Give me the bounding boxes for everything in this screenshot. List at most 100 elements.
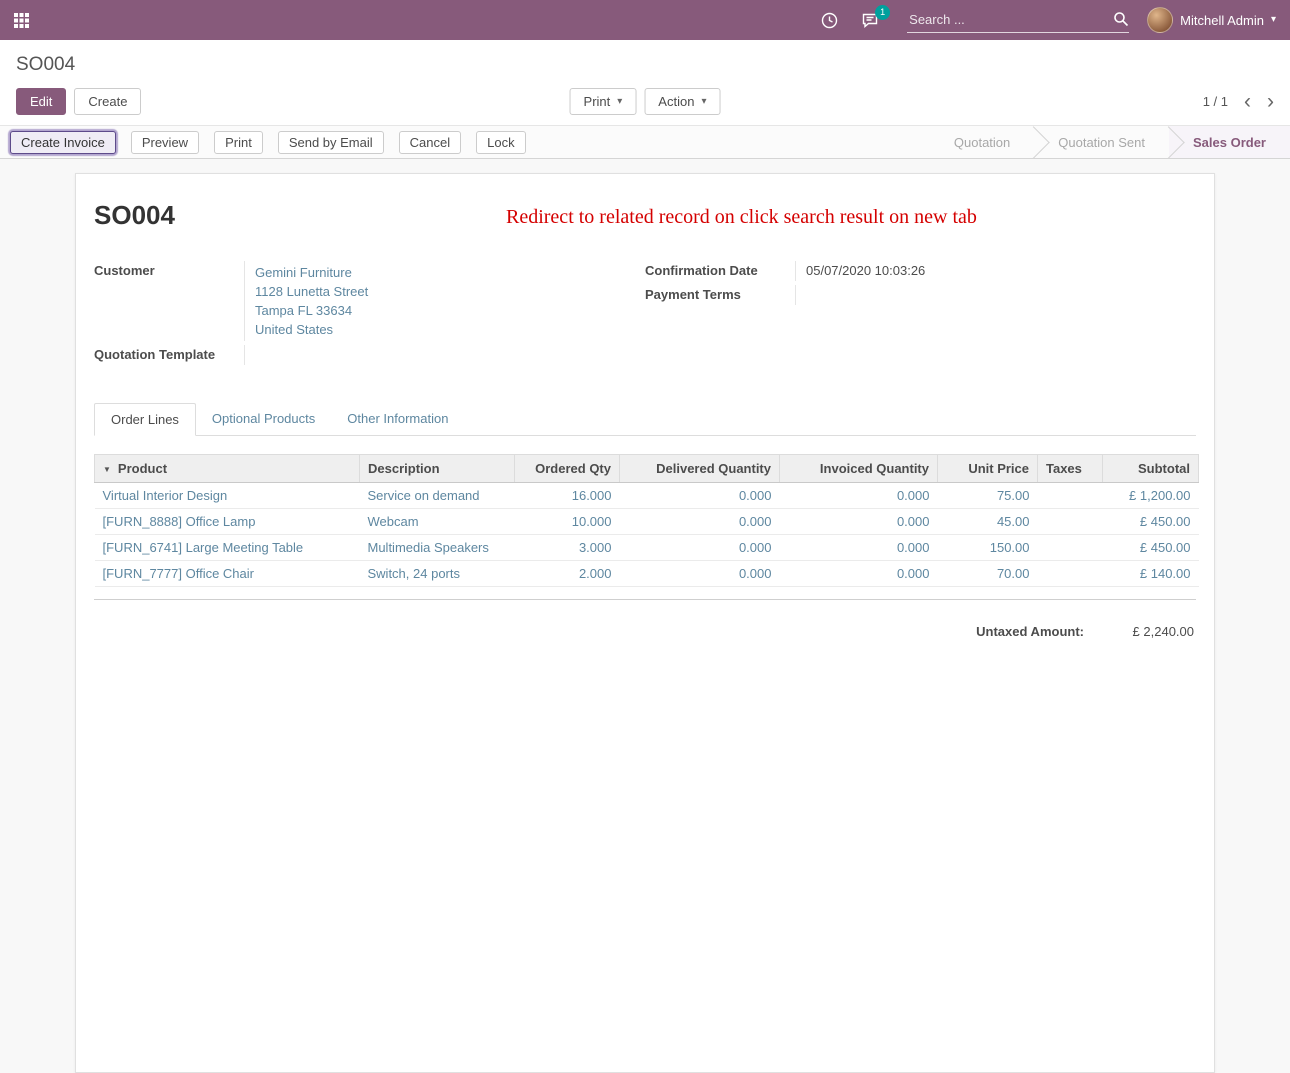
confirmation-date-label: Confirmation Date xyxy=(645,261,795,281)
send-by-email-button[interactable]: Send by Email xyxy=(278,131,384,154)
sales-order-sheet: SO004 Redirect to related record on clic… xyxy=(75,173,1215,1073)
left-field-group: Customer Gemini Furniture 1128 Lunetta S… xyxy=(94,261,645,369)
pager-value: 1 / 1 xyxy=(1203,94,1228,109)
status-step-quotation[interactable]: Quotation xyxy=(930,126,1034,158)
pager: 1 / 1 ‹ › xyxy=(1203,91,1274,112)
chevron-down-icon: ▾ xyxy=(701,97,706,107)
user-menu[interactable]: Mitchell Admin ▾ xyxy=(1147,7,1276,33)
chevron-down-icon: ▾ xyxy=(1271,15,1276,25)
cell-description: Multimedia Speakers xyxy=(360,535,515,561)
column-header-unit-price[interactable]: Unit Price xyxy=(938,455,1038,483)
print-button[interactable]: Print xyxy=(214,131,263,154)
center-actions: Print ▾ Action ▾ xyxy=(570,88,721,115)
order-line-row[interactable]: [FURN_7777] Office Chair Switch, 24 port… xyxy=(95,561,1199,587)
user-name: Mitchell Admin xyxy=(1180,13,1264,28)
customer-name-link[interactable]: Gemini Furniture xyxy=(255,263,645,282)
right-field-group: Confirmation Date 05/07/2020 10:03:26 Pa… xyxy=(645,261,1196,369)
cell-subtotal: £ 450.00 xyxy=(1103,535,1199,561)
cell-taxes xyxy=(1038,561,1103,587)
column-header-product[interactable]: ▼ Product xyxy=(95,455,360,483)
messages-icon[interactable]: 1 xyxy=(862,12,881,29)
cell-delivered-qty: 0.000 xyxy=(620,483,780,509)
cell-invoiced-qty: 0.000 xyxy=(780,509,938,535)
customer-field[interactable]: Gemini Furniture 1128 Lunetta Street Tam… xyxy=(244,261,645,341)
tab-order-lines[interactable]: Order Lines xyxy=(94,403,196,436)
column-header-invoiced-qty[interactable]: Invoiced Quantity xyxy=(780,455,938,483)
cell-product: Virtual Interior Design xyxy=(95,483,360,509)
content-area: SO004 Redirect to related record on clic… xyxy=(0,159,1290,1073)
edit-button-label: Edit xyxy=(30,94,52,109)
customer-address-line: 1128 Lunetta Street xyxy=(255,282,645,301)
statusbar-buttons: Create Invoice Preview Print Send by Ema… xyxy=(10,131,526,154)
column-toggle-icon[interactable]: ▼ xyxy=(103,465,111,474)
print-menu-button[interactable]: Print ▾ xyxy=(570,88,637,115)
column-header-subtotal[interactable]: Subtotal xyxy=(1103,455,1199,483)
cell-unit-price: 70.00 xyxy=(938,561,1038,587)
action-menu-button[interactable]: Action ▾ xyxy=(644,88,720,115)
avatar xyxy=(1147,7,1173,33)
order-line-row[interactable]: [FURN_6741] Large Meeting Table Multimed… xyxy=(95,535,1199,561)
cell-unit-price: 150.00 xyxy=(938,535,1038,561)
cell-unit-price: 75.00 xyxy=(938,483,1038,509)
status-steps: Quotation Quotation Sent Sales Order xyxy=(930,126,1290,158)
apps-menu-icon[interactable] xyxy=(14,13,29,28)
create-button-label: Create xyxy=(88,94,127,109)
customer-address-line: United States xyxy=(255,320,645,339)
create-button[interactable]: Create xyxy=(74,88,141,115)
cell-invoiced-qty: 0.000 xyxy=(780,483,938,509)
table-header-row: ▼ Product Description Ordered Qty Deliver… xyxy=(95,455,1199,483)
untaxed-amount-label: Untaxed Amount: xyxy=(976,624,1084,639)
cell-invoiced-qty: 0.000 xyxy=(780,535,938,561)
cell-subtotal: £ 1,200.00 xyxy=(1103,483,1199,509)
cell-delivered-qty: 0.000 xyxy=(620,561,780,587)
totals-section: Untaxed Amount: £ 2,240.00 xyxy=(94,624,1196,639)
tab-other-information[interactable]: Other Information xyxy=(331,403,464,435)
cell-subtotal: £ 140.00 xyxy=(1103,561,1199,587)
edit-button[interactable]: Edit xyxy=(16,88,66,115)
cell-description: Webcam xyxy=(360,509,515,535)
cell-product: [FURN_7777] Office Chair xyxy=(95,561,360,587)
order-line-row[interactable]: Virtual Interior Design Service on deman… xyxy=(95,483,1199,509)
statusbar: Create Invoice Preview Print Send by Ema… xyxy=(0,125,1290,159)
pager-previous-button[interactable]: ‹ xyxy=(1244,91,1251,112)
customer-address-line: Tampa FL 33634 xyxy=(255,301,645,320)
control-panel: SO004 Edit Create Print ▾ Action ▾ 1 / 1… xyxy=(0,40,1290,125)
quotation-template-label: Quotation Template xyxy=(94,345,244,365)
pager-next-button[interactable]: › xyxy=(1267,91,1274,112)
column-header-description[interactable]: Description xyxy=(360,455,515,483)
cell-invoiced-qty: 0.000 xyxy=(780,561,938,587)
column-header-delivered-qty[interactable]: Delivered Quantity xyxy=(620,455,780,483)
cell-description: Switch, 24 ports xyxy=(360,561,515,587)
search-icon[interactable] xyxy=(1113,11,1129,27)
search-input[interactable] xyxy=(907,8,1113,31)
column-header-ordered-qty[interactable]: Ordered Qty xyxy=(515,455,620,483)
tab-optional-products[interactable]: Optional Products xyxy=(196,403,331,435)
global-search xyxy=(907,8,1129,33)
notebook-tabs: Order Lines Optional Products Other Info… xyxy=(94,403,1196,436)
cell-product: [FURN_6741] Large Meeting Table xyxy=(95,535,360,561)
breadcrumb: SO004 xyxy=(16,54,1274,76)
untaxed-amount-value: £ 2,240.00 xyxy=(1084,624,1194,639)
column-header-taxes[interactable]: Taxes xyxy=(1038,455,1103,483)
status-step-quotation-sent[interactable]: Quotation Sent xyxy=(1034,126,1169,158)
preview-button[interactable]: Preview xyxy=(131,131,199,154)
cell-delivered-qty: 0.000 xyxy=(620,535,780,561)
cell-taxes xyxy=(1038,509,1103,535)
cancel-button[interactable]: Cancel xyxy=(399,131,461,154)
order-line-row[interactable]: [FURN_8888] Office Lamp Webcam 10.000 0.… xyxy=(95,509,1199,535)
lock-button[interactable]: Lock xyxy=(476,131,525,154)
cell-ordered-qty: 3.000 xyxy=(515,535,620,561)
payment-terms-label: Payment Terms xyxy=(645,285,795,305)
activities-clock-icon[interactable] xyxy=(821,12,838,29)
quotation-template-field xyxy=(244,345,645,365)
table-bottom-border xyxy=(94,587,1196,600)
order-lines-table: ▼ Product Description Ordered Qty Deliver… xyxy=(94,454,1199,587)
column-header-label: Product xyxy=(118,461,167,476)
cell-taxes xyxy=(1038,535,1103,561)
status-step-sales-order[interactable]: Sales Order xyxy=(1169,126,1290,158)
create-invoice-button[interactable]: Create Invoice xyxy=(10,131,116,154)
cell-taxes xyxy=(1038,483,1103,509)
action-menu-label: Action xyxy=(658,94,694,109)
confirmation-date-field: 05/07/2020 10:03:26 xyxy=(795,261,1196,281)
cell-ordered-qty: 10.000 xyxy=(515,509,620,535)
